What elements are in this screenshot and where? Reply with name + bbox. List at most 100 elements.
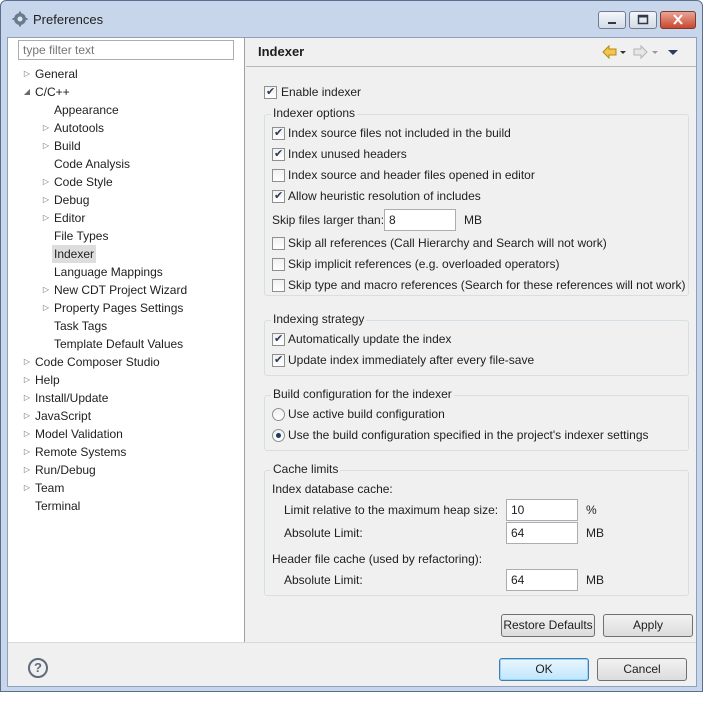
tree-item-label: Task Tags	[54, 319, 108, 333]
header-absolute-limit-label: Absolute Limit:	[284, 573, 363, 587]
indexer-option-checkbox[interactable]	[272, 189, 285, 203]
maximize-button[interactable]	[629, 11, 657, 29]
tree-item-label: Terminal	[35, 499, 81, 513]
tree-item-label: Code Analysis	[54, 157, 131, 171]
minimize-icon	[608, 22, 616, 24]
tree-collapsed-icon[interactable]: ▷	[22, 407, 32, 425]
close-icon	[673, 14, 683, 25]
indexing-strategy-title: Indexing strategy	[271, 312, 367, 326]
cancel-button[interactable]: Cancel	[597, 658, 687, 681]
tree-item-label: Model Validation	[35, 427, 123, 441]
tree-collapsed-icon[interactable]: ▷	[22, 461, 32, 479]
build-config-option-label: Use the build configuration specified in…	[288, 428, 649, 442]
tree-item-label: JavaScript	[35, 409, 92, 423]
close-button[interactable]	[660, 11, 696, 29]
indexing-strategy-option-checkbox[interactable]	[272, 353, 285, 367]
preferences-window: Preferences ▷General◢C/C++Appearance▷Aut…	[0, 0, 703, 692]
build-config-radio[interactable]	[272, 429, 285, 442]
tree-collapsed-icon[interactable]: ▷	[41, 281, 51, 299]
title-separator	[246, 66, 696, 67]
tree-item-label: Autotools	[54, 121, 105, 135]
tree-collapsed-icon[interactable]: ▷	[41, 137, 51, 155]
tree-collapsed-icon[interactable]: ▷	[22, 389, 32, 407]
tree-item-label: Remote Systems	[35, 445, 127, 459]
tree-collapsed-icon[interactable]: ▷	[22, 353, 32, 371]
tree-item-label: Build	[54, 139, 81, 153]
limit-relative-input[interactable]: 10	[506, 499, 578, 521]
tree-item-label: Language Mappings	[54, 265, 163, 279]
cache-limits-title: Cache limits	[271, 462, 341, 476]
indexing-strategy-option-checkbox[interactable]	[272, 332, 285, 346]
ok-button[interactable]: OK	[499, 658, 589, 681]
tree-collapsed-icon[interactable]: ▷	[22, 371, 32, 389]
header-absolute-limit-input[interactable]: 64	[506, 569, 578, 591]
indexer-option-checkbox[interactable]	[272, 169, 285, 182]
title-bar[interactable]: Preferences	[1, 1, 702, 37]
enable-indexer-checkbox[interactable]	[264, 85, 277, 99]
maximize-icon	[637, 14, 649, 25]
tree-collapsed-icon[interactable]: ▷	[22, 479, 32, 497]
tree-collapsed-icon[interactable]: ▷	[41, 299, 51, 317]
minimize-button[interactable]	[598, 11, 626, 29]
tree-item-label: Team	[35, 481, 65, 495]
indexer-option-checkbox[interactable]	[272, 126, 285, 140]
dialog-client-area: ▷General◢C/C++Appearance▷Autotools▷Build…	[7, 37, 697, 687]
apply-button[interactable]: Apply	[603, 614, 693, 637]
skip-files-size-input[interactable]: 8	[384, 209, 456, 231]
skip-references-option-checkbox[interactable]	[272, 237, 285, 250]
indexer-option-label: Allow heuristic resolution of includes	[288, 189, 481, 203]
indexer-options-title: Indexer options	[271, 106, 358, 120]
tree-item-label: Debug	[54, 193, 90, 207]
tree-collapsed-icon[interactable]: ▷	[41, 119, 51, 137]
skip-references-option-label: Skip all references (Call Hierarchy and …	[288, 236, 607, 250]
tree-collapsed-icon[interactable]: ▷	[41, 173, 51, 191]
tree-collapsed-icon[interactable]: ▷	[22, 65, 32, 83]
restore-defaults-button[interactable]: Restore Defaults	[501, 614, 595, 637]
db-absolute-limit-label: Absolute Limit:	[284, 526, 363, 540]
tree-item-label: C/C++	[35, 85, 70, 99]
indexer-option-checkbox[interactable]	[272, 147, 285, 161]
skip-references-option-label: Skip type and macro references (Search f…	[288, 278, 686, 292]
preference-page: Indexer ✔ Enable indexer Indexer options…	[246, 38, 696, 642]
tree-item-label: Install/Update	[35, 391, 109, 405]
tree-collapsed-icon[interactable]: ▷	[41, 209, 51, 227]
indexer-option-label: Index unused headers	[288, 147, 407, 161]
index-db-cache-label: Index database cache:	[272, 482, 393, 496]
tree-collapsed-icon[interactable]: ▷	[22, 425, 32, 443]
preferences-app-icon	[12, 11, 28, 27]
tree-item-label: Template Default Values	[54, 337, 184, 351]
header-absolute-limit-unit: MB	[586, 573, 604, 587]
footer-separator	[8, 642, 696, 643]
skip-references-option-label: Skip implicit references (e.g. overloade…	[288, 257, 560, 271]
forward-history-dropdown-icon[interactable]	[652, 51, 658, 54]
tree-item-label: General	[35, 67, 78, 81]
tree-item-label: Property Pages Settings	[54, 301, 184, 315]
indexer-option-label: Index source files not included in the b…	[288, 126, 511, 140]
forward-arrow-icon[interactable]	[633, 44, 648, 60]
tree-item-label: Code Composer Studio	[35, 355, 160, 369]
preference-tree-pane: ▷General◢C/C++Appearance▷Autotools▷Build…	[8, 38, 245, 642]
indexing-strategy-option-label: Update index immediately after every fil…	[288, 353, 535, 367]
help-icon[interactable]: ?	[28, 658, 48, 678]
tree-item-label: New CDT Project Wizard	[54, 283, 188, 297]
back-history-dropdown-icon[interactable]	[620, 51, 626, 54]
build-config-radio[interactable]	[272, 408, 285, 421]
db-absolute-limit-input[interactable]: 64	[506, 522, 578, 544]
skip-references-option-checkbox[interactable]	[272, 258, 285, 271]
tree-item-label: Help	[35, 373, 60, 387]
window-title: Preferences	[33, 12, 104, 27]
indexer-option-label: Index source and header files opened in …	[288, 168, 535, 182]
page-navigation	[600, 43, 688, 61]
filter-input[interactable]	[18, 40, 234, 60]
indexing-strategy-option-label: Automatically update the index	[288, 332, 452, 346]
view-menu-icon[interactable]	[668, 50, 678, 55]
skip-files-unit: MB	[464, 213, 482, 227]
tree-collapsed-icon[interactable]: ▷	[22, 443, 32, 461]
tree-item-label: Code Style	[54, 175, 113, 189]
header-file-cache-label: Header file cache (used by refactoring):	[272, 552, 483, 566]
tree-collapsed-icon[interactable]: ▷	[41, 191, 51, 209]
enable-indexer-label: Enable indexer	[281, 85, 362, 99]
back-arrow-icon[interactable]	[602, 44, 617, 60]
tree-expanded-icon[interactable]: ◢	[22, 83, 32, 101]
skip-references-option-checkbox[interactable]	[272, 279, 285, 292]
